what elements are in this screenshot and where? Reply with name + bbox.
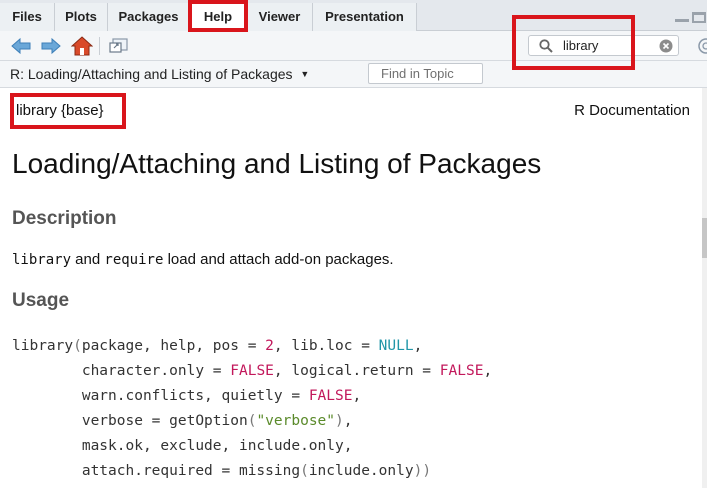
topic-dropdown[interactable]: R: Loading/Attaching and Listing of Pack…: [10, 66, 309, 82]
toolbar-separator: [99, 37, 100, 55]
code-paren: )): [413, 463, 432, 479]
code-args: include.only: [308, 463, 414, 479]
package-highlight-box: [10, 93, 126, 129]
code-string: "verbose": [256, 413, 336, 429]
usage-line: character.only = FALSE, logical.return =…: [12, 363, 492, 379]
code-args: mask.ok, exclude, include.only,: [12, 438, 353, 454]
code-require: require: [104, 252, 164, 268]
code-args: package, help, pos =: [81, 338, 266, 354]
code-punct: ,: [343, 413, 353, 429]
code-paren: (: [300, 463, 309, 479]
topic-title: R: Loading/Attaching and Listing of Pack…: [10, 66, 293, 82]
tab-presentation[interactable]: Presentation: [313, 3, 417, 31]
maximize-pane-icon[interactable]: [692, 12, 706, 23]
settings-partial-icon[interactable]: [697, 37, 707, 55]
code-args: , logical.return =: [273, 363, 440, 379]
tab-viewer[interactable]: Viewer: [247, 3, 313, 31]
scrollbar-thumb[interactable]: [702, 218, 707, 258]
show-in-new-window-icon[interactable]: [108, 36, 130, 56]
code-punct: ,: [352, 388, 362, 404]
help-document: library {base} R Documentation Loading/A…: [0, 88, 707, 488]
code-false: FALSE: [230, 363, 274, 379]
desc-rest: load and attach add-on packages.: [163, 251, 394, 268]
code-punct: ,: [483, 363, 493, 379]
help-tab-highlight-box: [188, 0, 248, 32]
usage-heading: Usage: [12, 290, 70, 311]
usage-line: verbose = getOption("verbose"),: [12, 413, 353, 429]
minimize-pane-icon[interactable]: [675, 14, 689, 22]
tab-files[interactable]: Files: [0, 3, 55, 31]
code-paren: ): [335, 413, 344, 429]
tab-plots[interactable]: Plots: [55, 3, 108, 31]
code-args: attach.required = missing: [12, 463, 301, 479]
usage-line: mask.ok, exclude, include.only,: [12, 438, 353, 454]
usage-code-block: library(package, help, pos = 2, lib.loc …: [12, 334, 492, 484]
chevron-down-icon: ▼: [300, 69, 310, 79]
code-library: library: [12, 252, 72, 268]
tab-packages[interactable]: Packages: [108, 3, 190, 31]
vertical-scrollbar[interactable]: [702, 88, 707, 488]
code-args: character.only =: [12, 363, 231, 379]
code-args: warn.conflicts, quietly =: [12, 388, 309, 404]
code-false: FALSE: [308, 388, 353, 404]
r-documentation-label: R Documentation: [574, 102, 690, 119]
usage-line: attach.required = missing(include.only)): [12, 463, 431, 479]
desc-and: and: [71, 251, 105, 268]
find-in-topic-input[interactable]: [368, 63, 483, 84]
code-null: NULL: [378, 338, 414, 354]
usage-line: library(package, help, pos = 2, lib.loc …: [12, 338, 422, 354]
home-icon[interactable]: [71, 36, 93, 56]
code-args: verbose = getOption: [12, 413, 248, 429]
code-fn: library: [12, 338, 74, 354]
search-highlight-box: [512, 15, 635, 70]
clear-search-icon[interactable]: [659, 39, 673, 53]
forward-arrow-icon[interactable]: [40, 36, 62, 56]
code-number: 2: [265, 338, 274, 354]
usage-line: warn.conflicts, quietly = FALSE,: [12, 388, 361, 404]
code-args: , lib.loc =: [273, 338, 379, 354]
code-paren: (: [73, 338, 82, 354]
description-text: library and require load and attach add-…: [12, 251, 394, 268]
back-arrow-icon[interactable]: [10, 36, 32, 56]
code-false: FALSE: [439, 363, 484, 379]
code-punct: ,: [413, 338, 423, 354]
page-title: Loading/Attaching and Listing of Package…: [12, 148, 542, 179]
description-heading: Description: [12, 208, 117, 229]
